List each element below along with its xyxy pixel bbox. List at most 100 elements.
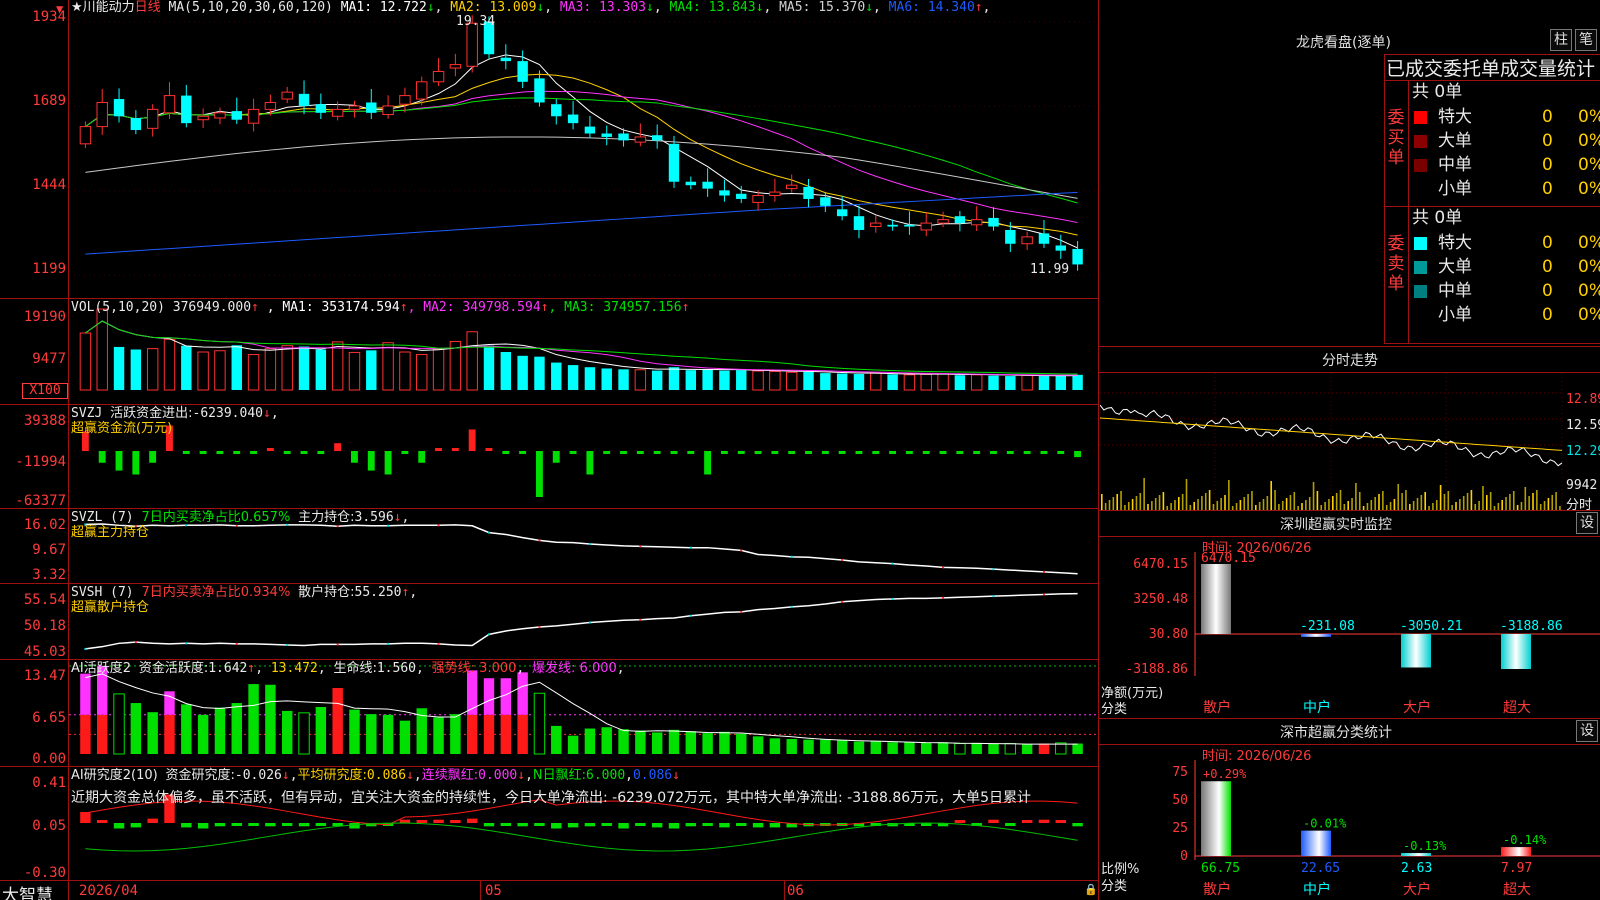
volume-bar: [432, 348, 445, 391]
ai-research-chart[interactable]: [69, 767, 1098, 880]
intraday-tick: 12.29: [1566, 444, 1600, 459]
flow-bar: [535, 451, 543, 497]
monitor-y-tick: 30.80: [1149, 627, 1188, 642]
research-bar: [601, 823, 612, 826]
flow-bar: [502, 451, 510, 454]
vol-ma-values: , MA1: 353174.594↑, MA2: 349798.594↑, MA…: [267, 300, 690, 315]
active-bar: [214, 707, 226, 754]
volume-bar: [146, 348, 159, 391]
sell-row-pct: 0%: [1578, 257, 1600, 277]
flow-bar: [720, 451, 728, 454]
svzj-title: SVZJ 活跃资金进出:-6239.040↓,: [71, 406, 279, 421]
active-bar: [382, 714, 394, 754]
holding-dot: [134, 641, 137, 644]
intraday-vol-bar: [1193, 502, 1195, 510]
candle-body: [500, 57, 512, 62]
intraday-vol-bar: [1370, 500, 1373, 510]
active-bar: [533, 692, 546, 755]
flow-bar: [1040, 451, 1048, 454]
intraday-chart[interactable]: [1100, 373, 1600, 510]
holding-dot: [588, 543, 591, 546]
svzl-note: 7日内买卖净占比0.657%: [141, 510, 291, 525]
pin-icon[interactable]: ▼: [56, 2, 63, 16]
intraday-vol-bar: [1358, 492, 1361, 510]
intraday-vol-bar: [1154, 498, 1157, 510]
candlestick-chart[interactable]: [69, 0, 1098, 298]
svzj-tick: 39388: [23, 413, 66, 429]
candle-body: [130, 117, 142, 131]
nred-value: 6.000: [586, 768, 626, 783]
active-bar: [1004, 743, 1017, 755]
volume-bar: [937, 373, 949, 391]
candle-body: [315, 104, 327, 113]
sep: ,: [653, 0, 662, 15]
lock-icon[interactable]: 🔒: [1084, 883, 1098, 896]
volume-bar: [887, 374, 898, 390]
svzl-label: 主力持仓:: [298, 510, 355, 525]
flow-bar: [149, 451, 157, 463]
volume-bar: [769, 370, 781, 391]
tick-mode-button[interactable]: 笔: [1575, 29, 1597, 51]
active-bar: [399, 720, 411, 754]
candle-body: [264, 101, 277, 110]
monitor-chart[interactable]: 6470.15 3250.48 30.80 -3188.86 6470.15 散户 -231…: [1100, 552, 1600, 718]
research-bar: [618, 823, 629, 829]
flow-bar: [1006, 451, 1014, 454]
avg-value: 0.086: [366, 768, 407, 783]
candle-body: [567, 114, 579, 124]
period-label[interactable]: 日线: [135, 0, 161, 15]
flow-bar: [1023, 451, 1031, 454]
holding-dot: [891, 562, 894, 565]
active-bar: [366, 714, 377, 754]
flow-bar: [905, 451, 913, 454]
intraday-vol-bar: [1332, 496, 1334, 510]
active-bar: [870, 740, 882, 754]
svsh-name: SVSH: [71, 585, 103, 600]
candle-body: [366, 102, 377, 113]
volume-bar: [466, 331, 478, 391]
brand-logo[interactable]: 大智慧: [2, 881, 53, 900]
candle-body: [954, 216, 966, 224]
volume-bar: [870, 372, 882, 391]
avg-label: 平均研究度:: [297, 768, 367, 783]
research-bar: [214, 823, 226, 827]
intraday-vol-bar: [1178, 497, 1180, 510]
holding-dot: [790, 605, 793, 608]
research-bar: [567, 823, 579, 828]
research-bar: [954, 820, 966, 823]
candle-body: [937, 219, 949, 224]
ma-name: MA4:: [661, 0, 709, 15]
holding-dot: [336, 643, 339, 646]
intraday-vol-bar: [1393, 499, 1396, 510]
holding-dot: [336, 525, 339, 528]
sell-color-swatch: [1414, 285, 1427, 298]
flow-bar: [418, 451, 426, 463]
research-bar: [113, 823, 125, 829]
ratio-value-label: 2.63: [1401, 861, 1432, 876]
monitor-settings-button[interactable]: 设: [1576, 512, 1598, 534]
volume-bar: [534, 356, 545, 390]
star-icon[interactable]: ★: [71, 0, 83, 15]
monitor-title-divider: [1099, 536, 1600, 537]
intraday-title: 分时走势: [1322, 353, 1378, 369]
flow-bar: [266, 448, 274, 451]
volume-bar: [79, 332, 92, 391]
flow-bar: [603, 451, 611, 454]
class-settings-button[interactable]: 设: [1576, 720, 1598, 742]
holding-dot: [235, 642, 238, 645]
class-chart[interactable]: 75 50 25 0 +0.29% 66.75 散户 -0.01% 22.65 中户 -0.13% 2…: [1100, 760, 1600, 900]
class-y-tick: 50: [1172, 793, 1188, 808]
intraday-vol-bar: [1208, 490, 1211, 510]
research-bar: [466, 818, 478, 823]
candle-body: [668, 143, 680, 182]
flow-bar: [216, 451, 224, 454]
flow-bar: [300, 451, 308, 454]
bar-mode-button[interactable]: 柱: [1550, 29, 1572, 51]
holding-dot: [942, 566, 945, 569]
volume-bar: [719, 370, 730, 390]
volume-bar: [567, 365, 579, 390]
intraday-vol-bar: [1412, 501, 1415, 510]
svzj-label: 活跃资金进出:: [110, 406, 193, 421]
intraday-vol-bar: [1135, 496, 1138, 510]
ma-arrow: ↓: [646, 0, 654, 15]
